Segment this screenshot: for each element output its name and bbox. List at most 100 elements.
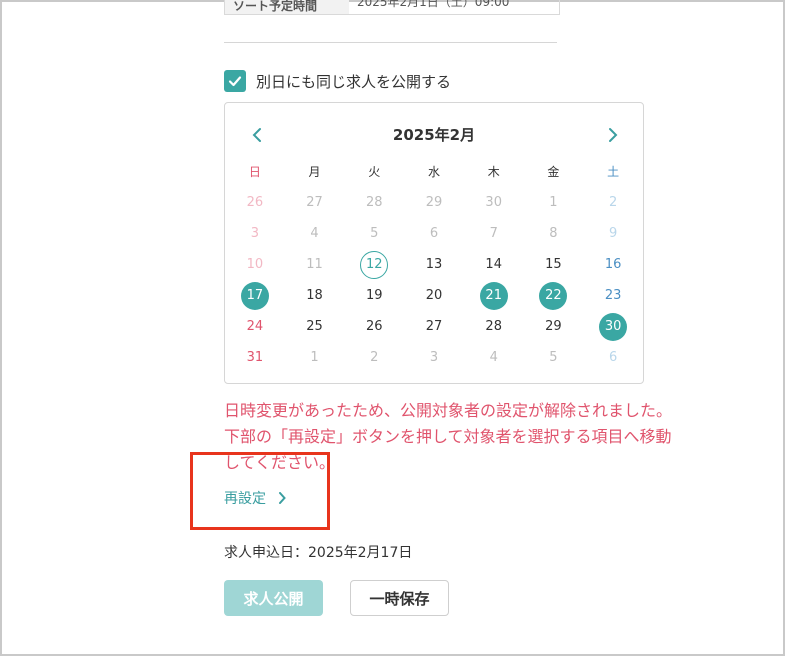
- calendar-day[interactable]: 30: [583, 311, 643, 342]
- calendar-day-number: 30: [599, 312, 628, 341]
- calendar-day[interactable]: 14: [464, 249, 524, 280]
- calendar-day-number: 10: [246, 257, 264, 272]
- calendar-day[interactable]: 10: [225, 249, 285, 280]
- calendar-day[interactable]: 22: [524, 280, 584, 311]
- highlight-box: [190, 452, 330, 530]
- calendar-day[interactable]: 9: [583, 218, 643, 249]
- calendar-day[interactable]: 15: [524, 249, 584, 280]
- calendar-day-number: 22: [539, 281, 568, 310]
- calendar-day[interactable]: 5: [524, 342, 584, 373]
- calendar-day[interactable]: 19: [344, 280, 404, 311]
- calendar-day[interactable]: 2: [344, 342, 404, 373]
- calendar-day-number: 1: [549, 195, 558, 210]
- schedule-time-value: 2025年2月1日（土）09:00: [357, 0, 510, 9]
- calendar-day-number: 8: [549, 226, 558, 241]
- calendar-day[interactable]: 28: [464, 311, 524, 342]
- calendar-day[interactable]: 30: [464, 187, 524, 218]
- calendar-day[interactable]: 3: [225, 218, 285, 249]
- calendar-day-number: 31: [246, 350, 264, 365]
- checkbox-checked-icon[interactable]: [224, 70, 246, 92]
- calendar-day[interactable]: 6: [583, 342, 643, 373]
- calendar-day[interactable]: 4: [285, 218, 345, 249]
- calendar-day[interactable]: 16: [583, 249, 643, 280]
- calendar-day[interactable]: 7: [464, 218, 524, 249]
- calendar-day[interactable]: 31: [225, 342, 285, 373]
- calendar-day[interactable]: 12: [344, 249, 404, 280]
- calendar-day[interactable]: 27: [404, 311, 464, 342]
- calendar-day[interactable]: 8: [524, 218, 584, 249]
- calendar-day-number: 27: [425, 319, 443, 334]
- calendar-day[interactable]: 13: [404, 249, 464, 280]
- calendar-day-number: 17: [240, 281, 269, 310]
- weekday-label: 日: [248, 165, 261, 179]
- calendar-day[interactable]: 28: [344, 187, 404, 218]
- calendar-day[interactable]: 17: [225, 280, 285, 311]
- calendar-month-title: 2025年2月: [392, 126, 476, 144]
- calendar-day[interactable]: 20: [404, 280, 464, 311]
- calendar-day-number: 28: [366, 195, 383, 210]
- page-frame: ソート予定時間 2025年2月1日（土）09:00 別日にも同じ求人を公開する …: [0, 0, 785, 656]
- application-date: 求人申込日：2025年2月17日: [224, 545, 413, 561]
- calendar-day[interactable]: 27: [285, 187, 345, 218]
- next-month-button[interactable]: [599, 121, 627, 149]
- calendar-day-number: 19: [366, 288, 383, 303]
- calendar-day[interactable]: 29: [404, 187, 464, 218]
- calendar-day-number: 15: [545, 257, 562, 272]
- calendar-day-number: 23: [604, 288, 622, 303]
- calendar-day-number: 26: [366, 319, 383, 334]
- calendar-day-number: 6: [429, 226, 439, 241]
- calendar-day-number: 21: [479, 281, 508, 310]
- calendar-day-number: 3: [429, 350, 439, 365]
- calendar-day-number: 28: [485, 319, 502, 334]
- calendar-day-number: 3: [250, 226, 259, 241]
- calendar-day[interactable]: 3: [404, 342, 464, 373]
- calendar-day[interactable]: 11: [285, 249, 345, 280]
- calendar-day[interactable]: 5: [344, 218, 404, 249]
- calendar-day-number: 4: [489, 350, 498, 365]
- section-divider: [224, 42, 557, 43]
- calendar-day-number: 4: [310, 226, 319, 241]
- calendar-day-number: 29: [425, 195, 443, 210]
- weekday-label: 土: [607, 165, 620, 179]
- calendar-day-number: 5: [370, 226, 379, 241]
- calendar-day-number: 13: [425, 257, 443, 272]
- calendar-day-number: 24: [246, 319, 264, 334]
- calendar-day-number: 30: [485, 195, 502, 210]
- error-line: 下部の「再設定」ボタンを押して対象者を選択する項目へ移動: [224, 427, 672, 446]
- weekday-label: 火: [368, 165, 381, 179]
- calendar-day-number: 26: [246, 195, 264, 210]
- calendar-day[interactable]: 25: [285, 311, 345, 342]
- date-picker-calendar: 2025年2月 日月火水木金土 26 27 28 29 30 1 2 3 4 5 6 7 8 9 10 11 1…: [224, 102, 644, 384]
- calendar-day[interactable]: 4: [464, 342, 524, 373]
- schedule-time-row: ソート予定時間 2025年2月1日（土）09:00: [224, 0, 560, 15]
- calendar-day-number: 7: [489, 226, 498, 241]
- calendar-day[interactable]: 26: [225, 187, 285, 218]
- schedule-time-label: ソート予定時間: [225, 0, 349, 14]
- chevron-right-icon: [609, 128, 618, 142]
- calendar-day[interactable]: 24: [225, 311, 285, 342]
- calendar-day-number: 14: [485, 257, 502, 272]
- calendar-day-number: 11: [306, 257, 323, 272]
- weekday-label: 月: [308, 165, 321, 179]
- calendar-day[interactable]: 21: [464, 280, 524, 311]
- calendar-day[interactable]: 26: [344, 311, 404, 342]
- calendar-day-number: 27: [306, 195, 323, 210]
- calendar-day-number: 16: [604, 257, 622, 272]
- calendar-day-number: 29: [545, 319, 562, 334]
- calendar-day[interactable]: 29: [524, 311, 584, 342]
- calendar-day[interactable]: 23: [583, 280, 643, 311]
- same-job-other-days-checkbox-row[interactable]: 別日にも同じ求人を公開する: [224, 70, 451, 92]
- calendar-day[interactable]: 6: [404, 218, 464, 249]
- save-draft-button[interactable]: 一時保存: [350, 580, 449, 616]
- calendar-day-number: 6: [609, 350, 618, 365]
- weekday-header-row: 日月火水木金土: [225, 163, 643, 180]
- calendar-day[interactable]: 1: [285, 342, 345, 373]
- weekday-label: 金: [547, 165, 560, 179]
- calendar-day[interactable]: 18: [285, 280, 345, 311]
- publish-job-button[interactable]: 求人公開: [224, 580, 323, 616]
- calendar-day[interactable]: 1: [524, 187, 584, 218]
- calendar-day-grid: 26 27 28 29 30 1 2 3 4 5 6 7 8 9 10 11 12 13 14 15 16 17 18 19 2…: [225, 187, 643, 373]
- calendar-day-number: 18: [306, 288, 323, 303]
- calendar-day-number: 25: [306, 319, 323, 334]
- calendar-day[interactable]: 2: [583, 187, 643, 218]
